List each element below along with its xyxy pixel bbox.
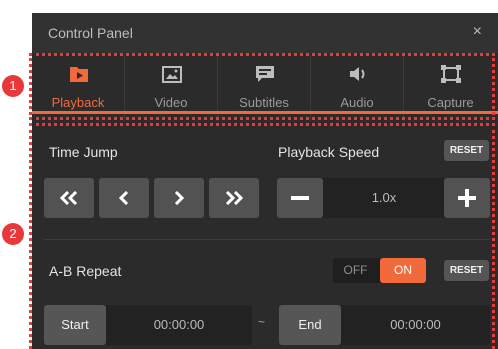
annotation-marker-1: 1 [2,75,24,97]
content-highlight-box [29,123,495,349]
window-title: Control Panel [48,25,133,41]
annotation-marker-2: 2 [2,223,24,245]
close-icon[interactable]: × [473,23,482,41]
title-bar: Control Panel × [32,13,498,53]
tabs-highlight-box [29,53,495,120]
